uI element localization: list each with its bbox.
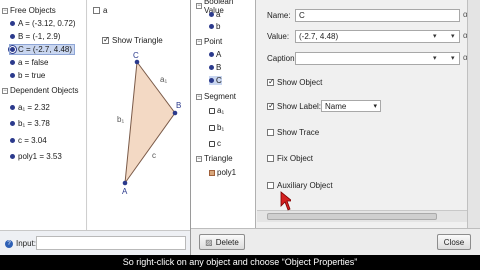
triangle-poly1[interactable] (124, 60, 176, 185)
algebra-item-b[interactable]: b = true (10, 71, 45, 80)
segment-icon (209, 124, 215, 131)
auxiliary-object-checkbox[interactable] (267, 182, 274, 189)
collapse-icon[interactable]: − (196, 93, 202, 100)
segment-icon (209, 107, 215, 114)
tree-item-poly1[interactable]: poly1 (209, 168, 236, 177)
fix-object-checkbox[interactable] (267, 155, 274, 162)
tree-item-C[interactable]: C (209, 76, 222, 85)
tree-item-a1[interactable]: a₁ (209, 106, 224, 115)
show-object-checkbox[interactable] (267, 77, 275, 86)
name-field[interactable]: C (295, 9, 460, 22)
point-icon (209, 52, 214, 57)
object-tree: − Boolean Value a b − Point A B C − Segm… (191, 0, 256, 228)
fix-object-option[interactable]: Fix Object (267, 154, 313, 163)
scrollbar-thumb[interactable] (267, 213, 437, 220)
tree-item-b[interactable]: b (209, 22, 220, 31)
collapse-icon[interactable]: − (196, 155, 202, 162)
show-trace-checkbox[interactable] (267, 129, 274, 136)
boolean-icon (209, 12, 214, 17)
label-C: C (133, 51, 139, 60)
video-caption: So right-click on any object and choose … (0, 255, 480, 270)
tree-item-B[interactable]: B (209, 63, 221, 72)
collapse-icon[interactable]: − (2, 87, 8, 94)
label-b1: b₁ (117, 115, 124, 124)
visibility-dot-icon[interactable] (10, 121, 15, 126)
geogebra-window: − Free Objects A = (-3.12, 0.72) B = (-1… (0, 0, 190, 255)
chevron-down-icon: ▾ (373, 103, 377, 110)
point-B[interactable] (172, 110, 178, 116)
label-mode-select[interactable]: Name ▾ (321, 100, 381, 112)
algebra-item-B[interactable]: B = (-1, 2.9) (10, 32, 60, 41)
show-label-option[interactable]: Show Label: (267, 101, 321, 111)
delete-icon: ▨ (205, 237, 213, 247)
algebra-item-C[interactable]: C = (-2.7, 4.48) (8, 44, 76, 55)
polygon-icon (209, 169, 215, 176)
algebra-item-b1[interactable]: b₁ = 3.78 (10, 119, 50, 128)
collapse-icon[interactable]: − (2, 7, 8, 14)
algebra-item-c[interactable]: c = 3.04 (10, 136, 47, 145)
visibility-dot-icon[interactable] (10, 73, 15, 78)
boolean-icon (209, 24, 214, 29)
triangle-drawing[interactable]: C B A a₁ b₁ c (88, 0, 190, 230)
algebra-item-A[interactable]: A = (-3.12, 0.72) (10, 19, 76, 28)
dropdown-arrow-icon[interactable]: ▾ (451, 54, 455, 62)
algebra-item-a[interactable]: a = false (10, 58, 48, 67)
name-label: Name: (267, 11, 291, 20)
visibility-dot-icon[interactable] (10, 60, 15, 65)
show-trace-option[interactable]: Show Trace (267, 128, 319, 137)
visibility-dot-icon[interactable] (10, 34, 15, 39)
dialog-button-bar: ▨ Delete Close (191, 228, 480, 255)
delete-button[interactable]: ▨ Delete (199, 234, 245, 250)
visibility-dot-icon[interactable] (10, 138, 15, 143)
object-properties-dialog: − Boolean Value a b − Point A B C − Segm… (190, 0, 480, 255)
segment-icon (209, 140, 215, 147)
label-A: A (122, 187, 128, 196)
dependent-objects-heading[interactable]: − Dependent Objects (2, 86, 79, 95)
close-button[interactable]: Close (437, 234, 471, 250)
label-B: B (176, 101, 181, 110)
cursor-arrow-icon (280, 191, 291, 211)
point-A[interactable] (122, 180, 128, 186)
visibility-dot-icon[interactable] (10, 105, 15, 110)
graphics-view[interactable]: a Show Triangle C B A a₁ b₁ c (88, 0, 190, 230)
label-a1: a₁ (160, 75, 167, 84)
tree-item-c[interactable]: c (209, 139, 221, 148)
tree-heading-boolean[interactable]: − Boolean Value (196, 0, 255, 15)
collapse-icon[interactable]: − (196, 3, 202, 9)
point-icon (209, 65, 214, 70)
show-object-option[interactable]: Show Object (267, 77, 322, 87)
input-field[interactable] (36, 236, 186, 250)
help-icon[interactable]: ? (5, 239, 13, 248)
dropdown-arrow-icon[interactable]: ▾ (433, 32, 437, 40)
caption-label: Caption: (267, 54, 297, 63)
show-label-checkbox[interactable] (267, 101, 275, 110)
value-label: Value: (267, 32, 290, 41)
tree-heading-triangle[interactable]: − Triangle (196, 154, 233, 163)
algebra-item-poly1[interactable]: poly1 = 3.53 (10, 152, 62, 161)
point-icon (209, 78, 214, 83)
auxiliary-object-option[interactable]: Auxiliary Object (267, 181, 333, 190)
dropdown-arrow-icon[interactable]: ▾ (433, 54, 437, 62)
tree-item-A[interactable]: A (209, 50, 221, 59)
input-bar: ? Input: (0, 230, 190, 255)
visibility-dot-icon[interactable] (10, 21, 15, 26)
tree-heading-segment[interactable]: − Segment (196, 92, 236, 101)
input-label: ? Input: (5, 239, 36, 248)
tree-item-a[interactable]: a (209, 10, 220, 19)
algebra-view: − Free Objects A = (-3.12, 0.72) B = (-1… (0, 0, 87, 230)
collapse-icon[interactable]: − (196, 38, 202, 45)
free-objects-heading[interactable]: − Free Objects (2, 6, 56, 15)
vertical-scrollbar[interactable] (467, 0, 480, 228)
point-C[interactable] (134, 59, 140, 65)
dropdown-arrow-icon[interactable]: ▾ (451, 32, 455, 40)
visibility-dot-icon[interactable] (10, 154, 15, 159)
algebra-item-a1[interactable]: a₁ = 2.32 (10, 103, 50, 112)
label-c: c (152, 151, 156, 160)
tree-heading-point[interactable]: − Point (196, 37, 222, 46)
tree-item-b1[interactable]: b₁ (209, 123, 224, 132)
visibility-dot-icon[interactable] (10, 47, 15, 52)
